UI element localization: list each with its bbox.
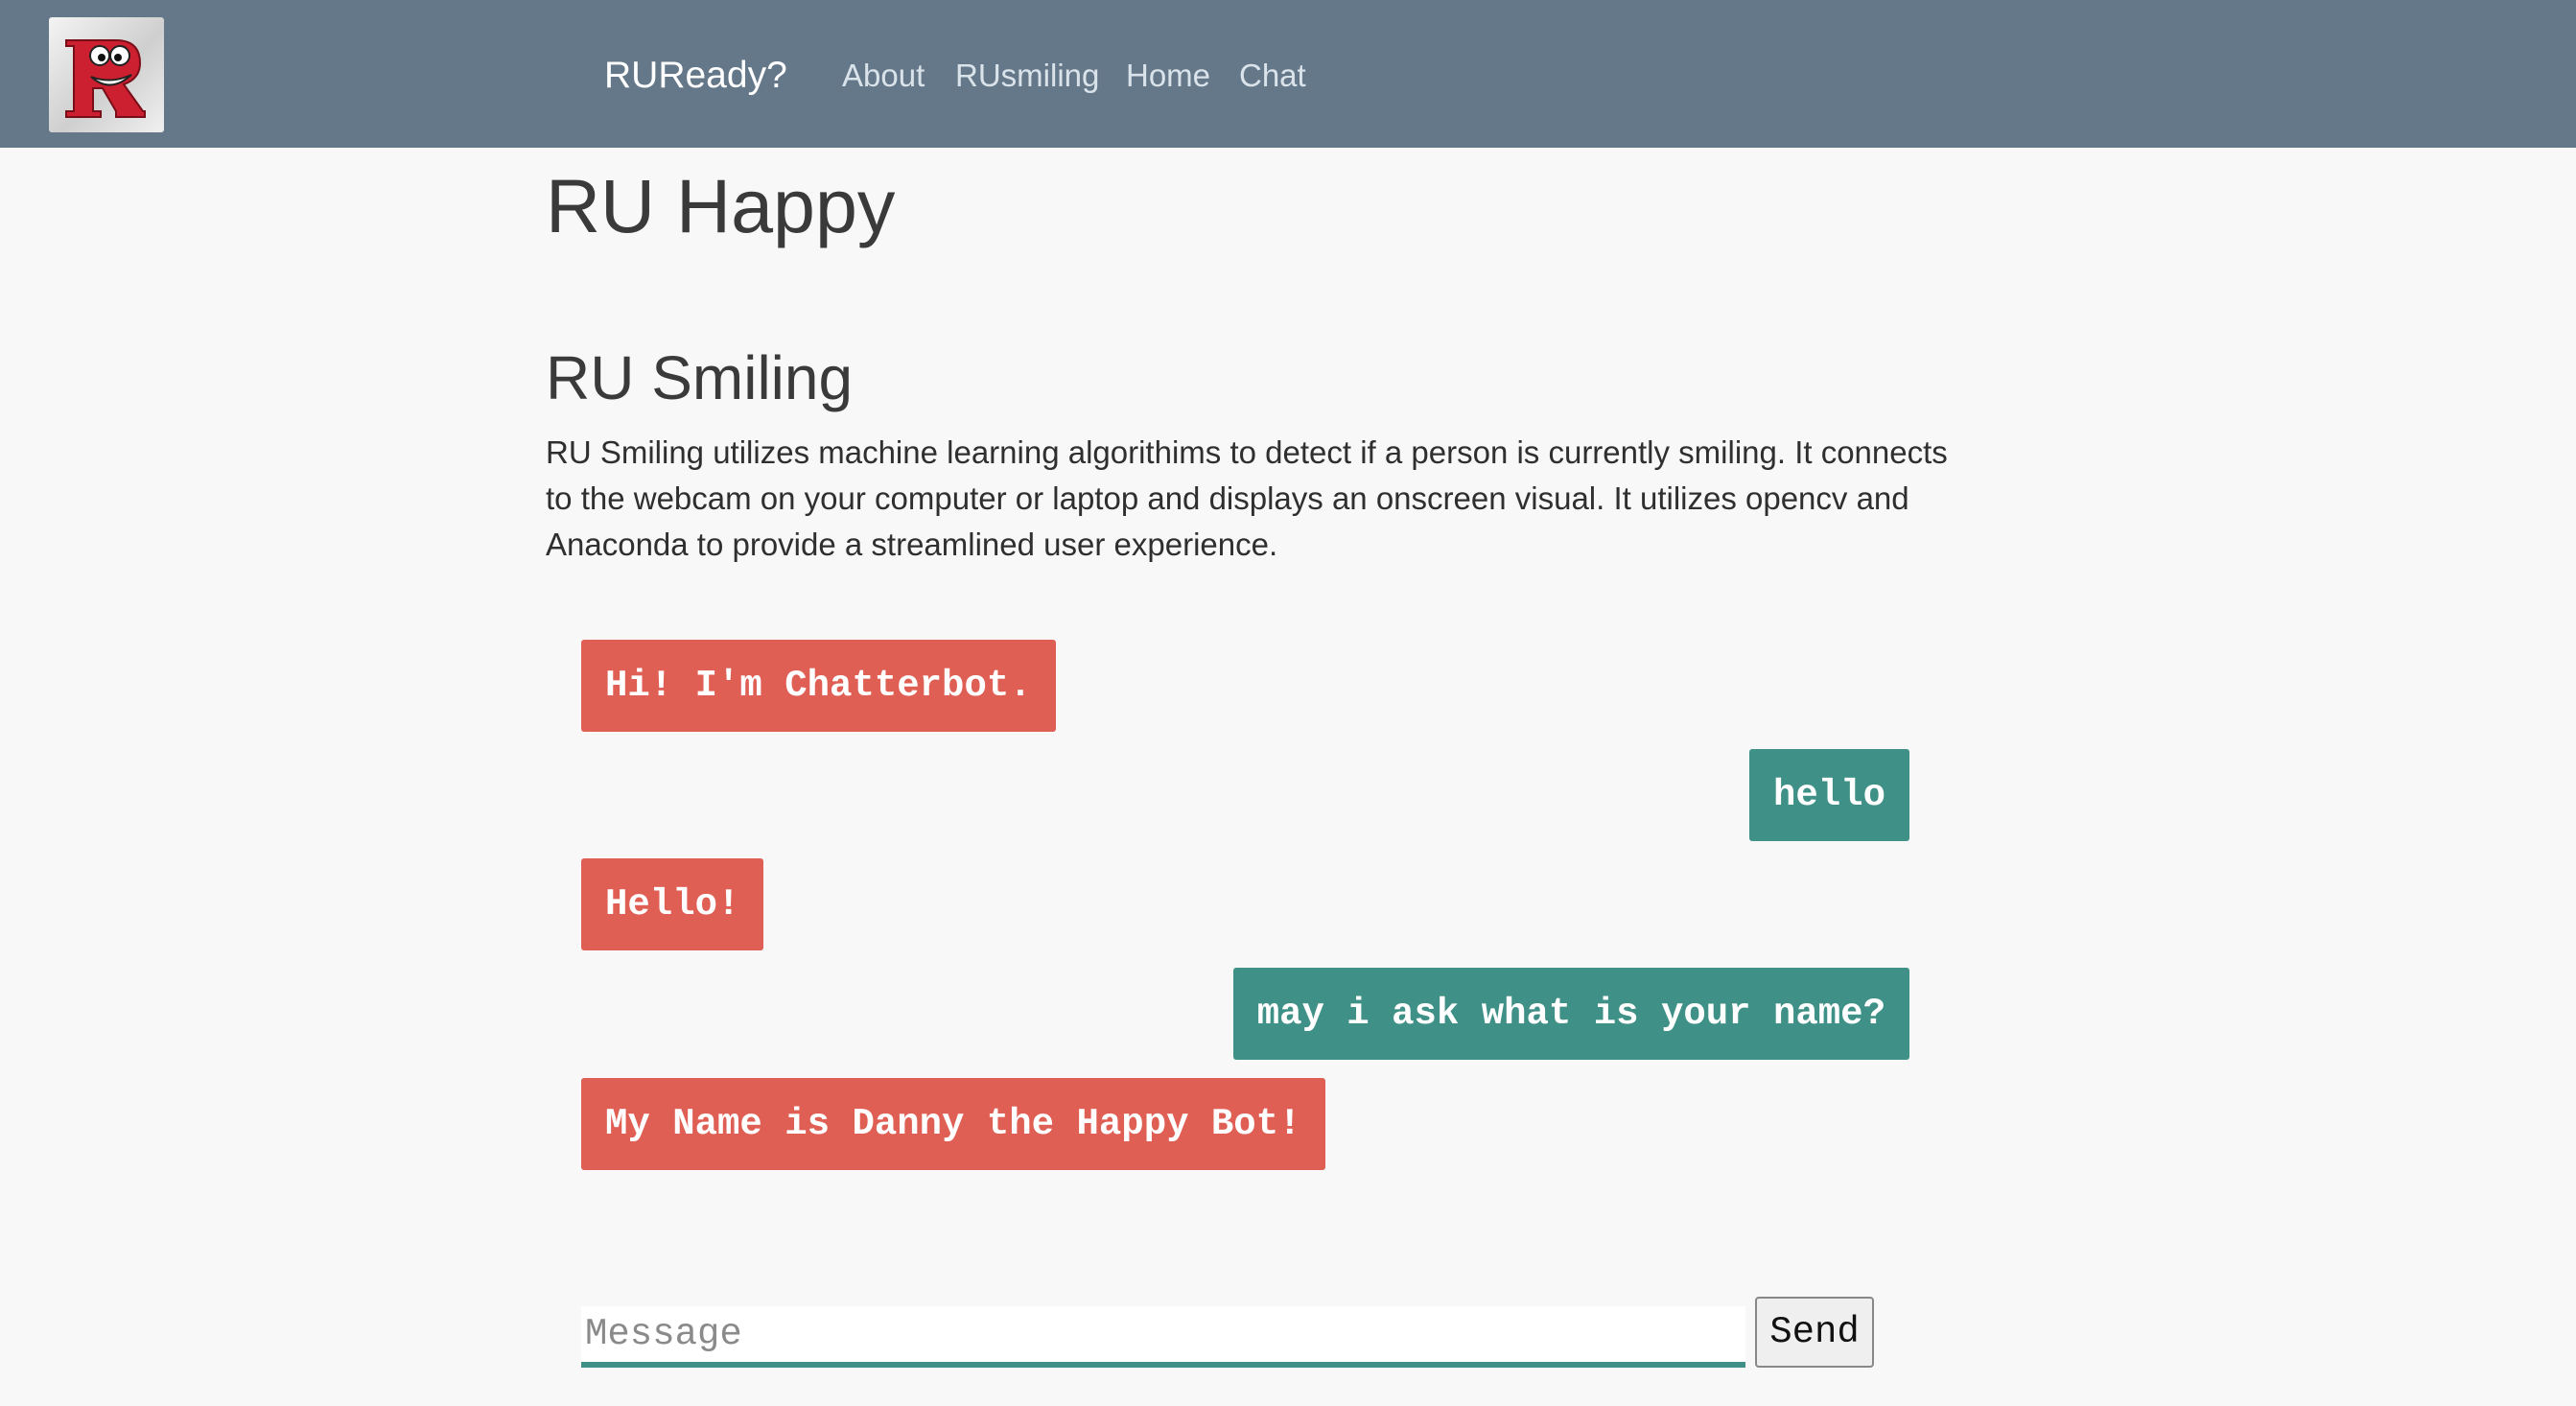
chat-log: Hi! I'm Chatterbot. hello Hello! may i a…	[581, 640, 1909, 1177]
user-message: hello	[1748, 749, 1909, 841]
message-composer: Send	[581, 1297, 1874, 1370]
bot-message: Hello!	[581, 858, 764, 950]
brand-title[interactable]: RUReady?	[604, 52, 787, 100]
nav-link-rusmiling[interactable]: RUsmiling	[955, 54, 1099, 98]
user-message: may i ask what is your name?	[1232, 968, 1909, 1060]
send-button[interactable]: Send	[1755, 1297, 1874, 1368]
bot-message: Hi! I'm Chatterbot.	[581, 640, 1056, 732]
nav-link-home[interactable]: Home	[1126, 54, 1210, 98]
section-title: RU Smiling	[546, 343, 854, 412]
section-description: RU Smiling utilizes machine learning alg…	[546, 434, 1948, 562]
top-navbar: RUReady? About RUsmiling Home Chat	[0, 0, 2576, 148]
nav-link-chat[interactable]: Chat	[1239, 54, 1306, 98]
nav-link-about[interactable]: About	[842, 54, 925, 98]
ru-ready-logo-icon[interactable]	[49, 17, 164, 132]
bot-message: My Name is Danny the Happy Bot!	[581, 1078, 1325, 1170]
message-input[interactable]	[581, 1306, 1745, 1368]
page-title: RU Happy	[546, 163, 896, 248]
